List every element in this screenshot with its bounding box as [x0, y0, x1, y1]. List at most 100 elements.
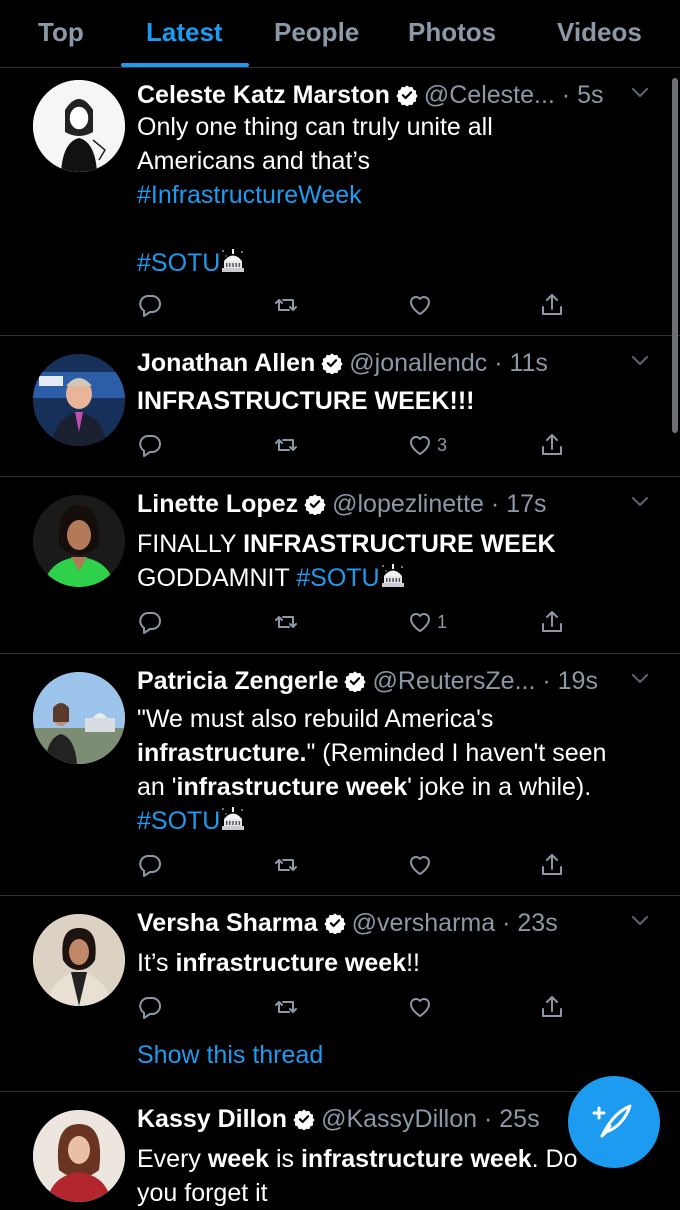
tab-people[interactable]: People [274, 16, 359, 48]
tweet-text-line: INFRASTRUCTURE WEEK!!! [137, 387, 475, 415]
retweet-button[interactable] [273, 607, 299, 637]
avatar[interactable] [33, 354, 125, 446]
share-button[interactable] [539, 430, 565, 460]
like-button[interactable] [407, 290, 437, 320]
avatar[interactable] [33, 1110, 125, 1202]
author-name[interactable]: Jonathan Allen [137, 349, 315, 377]
verified-badge-icon [304, 493, 326, 515]
tweet-time: · 25s [484, 1105, 540, 1133]
capitol-emoji-icon [380, 562, 406, 588]
share-icon [539, 994, 565, 1020]
verified-badge-icon [344, 670, 366, 692]
tweet[interactable]: Patricia Zengerle @ReutersZe... · 19s "We… [0, 654, 680, 896]
tweet-text-highlight: infrastructure week [176, 773, 408, 801]
tweet-actions [137, 290, 577, 320]
reply-button[interactable] [137, 992, 163, 1022]
like-button[interactable] [407, 850, 437, 880]
like-button[interactable] [407, 992, 437, 1022]
author-handle: @jonallendc [349, 349, 488, 377]
share-button[interactable] [539, 992, 565, 1022]
tweet-text-segment: It’s [137, 949, 176, 977]
tweet-text-highlight: week [207, 1145, 270, 1173]
tweet-text-highlight: infrastructure. [137, 739, 307, 767]
chevron-down-icon[interactable] [630, 82, 650, 102]
chevron-down-icon[interactable] [630, 910, 650, 930]
tweet-text-line: "We must also rebuild America's [137, 705, 494, 733]
reply-icon [137, 432, 163, 458]
share-button[interactable] [539, 850, 565, 880]
author-name[interactable]: Versha Sharma [137, 909, 318, 937]
reply-icon [137, 609, 163, 635]
like-button[interactable]: 3 [407, 430, 447, 460]
author-name[interactable]: Linette Lopez [137, 490, 298, 518]
tweet-text-highlight: infrastructure week [300, 1145, 532, 1173]
show-thread-link[interactable]: Show this thread [137, 1038, 323, 1072]
reply-button[interactable] [137, 290, 163, 320]
tweet-text-highlight: INFRASTRUCTURE WEEK [243, 530, 556, 558]
like-count: 1 [437, 611, 448, 632]
author-handle: @versharma [351, 909, 496, 937]
tweet-time: · 23s [502, 909, 558, 937]
retweet-icon [273, 994, 299, 1020]
share-icon [539, 609, 565, 635]
tab-top[interactable]: Top [38, 16, 84, 48]
scrollbar[interactable] [672, 78, 678, 433]
tab-videos[interactable]: Videos [557, 16, 642, 48]
reply-button[interactable] [137, 850, 163, 880]
tweet-text: FINALLY INFRASTRUCTURE WEEK GODDAMNIT #S… [137, 527, 640, 595]
author-name[interactable]: Kassy Dillon [137, 1105, 287, 1133]
heart-icon [407, 292, 433, 318]
retweet-button[interactable] [273, 850, 299, 880]
tweet[interactable]: Jonathan Allen @jonallendc · 11s INFRASTR… [0, 336, 680, 477]
author-name[interactable]: Celeste Katz Marston [137, 81, 390, 109]
verified-badge-icon [324, 912, 346, 934]
heart-icon [407, 852, 433, 878]
search-tabs: Top Latest People Photos Videos [0, 0, 680, 68]
like-button[interactable]: 1 [407, 607, 447, 637]
tweet-text-line: Americans and that’s [137, 147, 370, 175]
chevron-down-icon[interactable] [630, 668, 650, 688]
tweet-text-segment: Every [137, 1145, 208, 1173]
chevron-down-icon[interactable] [630, 350, 650, 370]
verified-badge-icon [396, 84, 418, 106]
heart-icon [407, 432, 433, 458]
avatar[interactable] [33, 80, 125, 172]
chevron-down-icon[interactable] [630, 491, 650, 511]
compose-tweet-button[interactable] [568, 1076, 660, 1168]
verified-badge-icon [293, 1108, 315, 1130]
tweet[interactable]: Versha Sharma @versharma · 23s It’s infra… [0, 896, 680, 1092]
tweet-actions [137, 850, 577, 880]
tweet-actions: 1 [137, 607, 577, 637]
capitol-emoji-icon [220, 805, 246, 831]
reply-button[interactable] [137, 607, 163, 637]
hashtag-link[interactable]: #SOTU [137, 807, 220, 835]
hashtag-link[interactable]: #SOTU [137, 249, 220, 277]
avatar[interactable] [33, 495, 125, 587]
reply-button[interactable] [137, 430, 163, 460]
tweet-text-segment: GODDAMNIT [137, 564, 297, 592]
retweet-button[interactable] [273, 992, 299, 1022]
tweet-text-segment: " (Reminded I haven't seen [306, 739, 607, 767]
retweet-button[interactable] [273, 290, 299, 320]
tab-photos[interactable]: Photos [408, 16, 496, 48]
author-name[interactable]: Patricia Zengerle [137, 667, 338, 695]
share-icon [539, 852, 565, 878]
hashtag-link[interactable]: #InfrastructureWeek [137, 181, 362, 209]
tweet-text: It’s infrastructure week!! [137, 946, 640, 980]
tweet-text-segment: . Do [531, 1145, 578, 1173]
tweet[interactable]: Linette Lopez @lopezlinette · 17s FINALLY… [0, 477, 680, 654]
hashtag-link[interactable]: #SOTU [296, 564, 379, 592]
reply-icon [137, 852, 163, 878]
tweet-text: INFRASTRUCTURE WEEK!!! [137, 384, 640, 418]
retweet-button[interactable] [273, 430, 299, 460]
share-icon [539, 292, 565, 318]
share-button[interactable] [539, 607, 565, 637]
tweet-text-highlight: infrastructure week [175, 949, 407, 977]
tweet-text-line: Only one thing can truly unite all [137, 113, 493, 141]
avatar[interactable] [33, 672, 125, 764]
share-button[interactable] [539, 290, 565, 320]
tweet[interactable]: Celeste Katz Marston @Celeste... · 5s Onl… [0, 68, 680, 336]
capitol-emoji-icon [220, 247, 246, 273]
avatar[interactable] [33, 914, 125, 1006]
tab-latest[interactable]: Latest [146, 16, 223, 48]
